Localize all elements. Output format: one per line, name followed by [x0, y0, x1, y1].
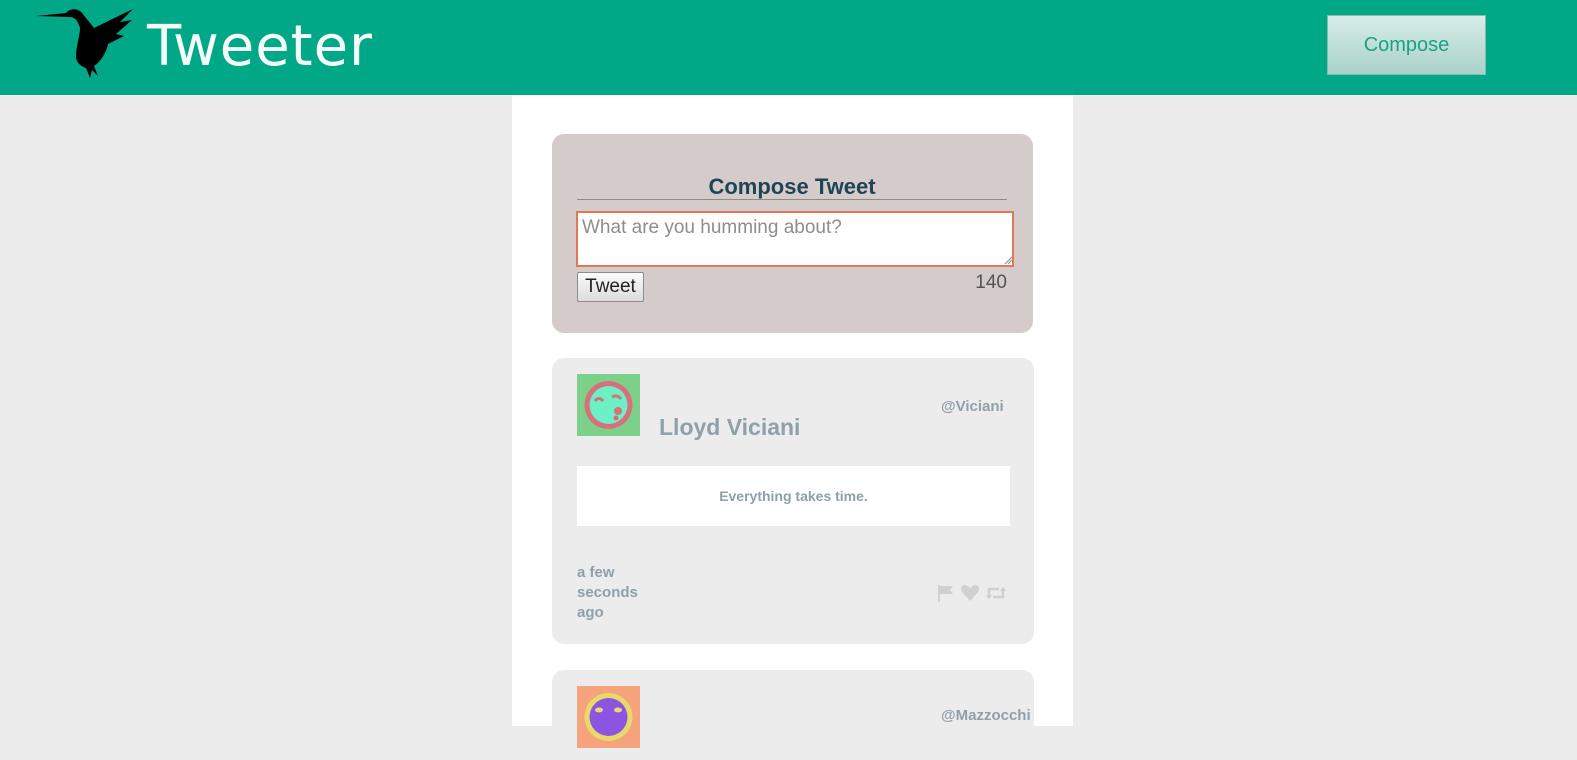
tweet-card: Lloyd Viciani @Viciani Everything takes … [552, 358, 1034, 644]
top-nav-bar: Tweeter Compose [0, 0, 1577, 95]
surprised-face-avatar-icon [577, 686, 640, 748]
app-title: Tweeter [147, 14, 374, 79]
compose-tweet-panel: Compose Tweet Tweet 140 [552, 134, 1033, 333]
flag-icon[interactable] [936, 583, 956, 603]
tweet-card: @Mazzocchi [552, 670, 1034, 760]
tweet-submit-button[interactable]: Tweet [577, 272, 644, 302]
resize-grip-icon[interactable] [1004, 256, 1012, 264]
compose-button[interactable]: Compose [1327, 15, 1486, 75]
tweet-author-handle: @Mazzocchi [941, 707, 1031, 724]
heading-divider [577, 199, 1007, 200]
tweet-author-handle: @Viciani [941, 398, 1004, 415]
kissing-face-avatar-icon [577, 374, 640, 436]
hummingbird-icon [36, 6, 136, 78]
main-column: Compose Tweet Tweet 140 Lloyd Viciani @V… [512, 95, 1073, 760]
tweet-actions [936, 583, 1010, 603]
character-counter: 140 [975, 272, 1007, 293]
tweet-author-name: Lloyd Viciani [659, 414, 801, 440]
tweet-timestamp: a few seconds ago [577, 564, 638, 621]
compose-tweet-heading: Compose Tweet [708, 174, 876, 199]
heart-icon[interactable] [960, 583, 980, 603]
tweet-text-input[interactable] [576, 211, 1014, 267]
tweet-content: Everything takes time. [577, 466, 1010, 526]
retweet-icon[interactable] [984, 583, 1006, 603]
